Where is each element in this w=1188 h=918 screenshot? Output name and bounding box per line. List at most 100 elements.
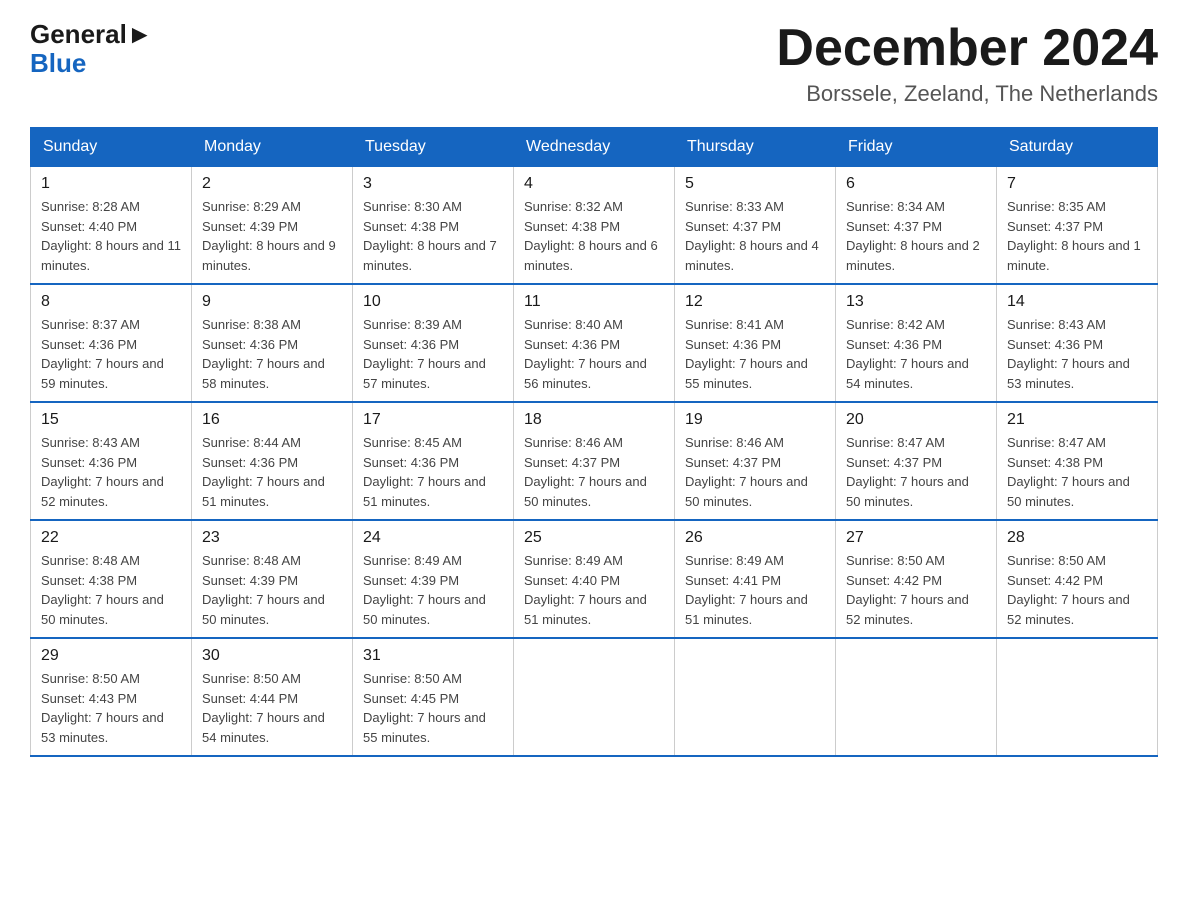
day-number: 31 (363, 647, 503, 665)
calendar-cell: 20 Sunrise: 8:47 AMSunset: 4:37 PMDayligh… (836, 402, 997, 520)
day-detail: Sunrise: 8:46 AMSunset: 4:37 PMDaylight:… (524, 433, 664, 511)
day-number: 2 (202, 175, 342, 193)
month-title: December 2024 (776, 20, 1158, 77)
day-number: 13 (846, 293, 986, 311)
day-detail: Sunrise: 8:49 AMSunset: 4:39 PMDaylight:… (363, 551, 503, 629)
day-detail: Sunrise: 8:48 AMSunset: 4:38 PMDaylight:… (41, 551, 181, 629)
day-detail: Sunrise: 8:46 AMSunset: 4:37 PMDaylight:… (685, 433, 825, 511)
title-block: December 2024 Borssele, Zeeland, The Net… (776, 20, 1158, 107)
day-detail: Sunrise: 8:33 AMSunset: 4:37 PMDaylight:… (685, 197, 825, 275)
calendar-table: SundayMondayTuesdayWednesdayThursdayFrid… (30, 127, 1158, 757)
calendar-cell: 8 Sunrise: 8:37 AMSunset: 4:36 PMDaylight… (31, 284, 192, 402)
day-number: 23 (202, 529, 342, 547)
calendar-cell: 10Sunrise: 8:39 AMSunset: 4:36 PMDayligh… (353, 284, 514, 402)
day-number: 1 (41, 175, 181, 193)
day-detail: Sunrise: 8:49 AMSunset: 4:40 PMDaylight:… (524, 551, 664, 629)
day-number: 4 (524, 175, 664, 193)
day-detail: Sunrise: 8:37 AMSunset: 4:36 PMDaylight:… (41, 315, 181, 393)
week-row-4: 22 Sunrise: 8:48 AMSunset: 4:38 PMDayligh… (31, 520, 1158, 638)
calendar-cell: 15 Sunrise: 8:43 AMSunset: 4:36 PMDayligh… (31, 402, 192, 520)
day-detail: Sunrise: 8:30 AMSunset: 4:38 PMDaylight:… (363, 197, 503, 275)
calendar-cell: 31 Sunrise: 8:50 AMSunset: 4:45 PMDayligh… (353, 638, 514, 756)
header-saturday: Saturday (997, 128, 1158, 167)
calendar-cell (997, 638, 1158, 756)
calendar-cell: 2 Sunrise: 8:29 AMSunset: 4:39 PMDaylight… (192, 167, 353, 285)
calendar-cell: 18Sunrise: 8:46 AMSunset: 4:37 PMDayligh… (514, 402, 675, 520)
calendar-cell: 23 Sunrise: 8:48 AMSunset: 4:39 PMDayligh… (192, 520, 353, 638)
calendar-cell: 11Sunrise: 8:40 AMSunset: 4:36 PMDayligh… (514, 284, 675, 402)
calendar-cell: 5 Sunrise: 8:33 AMSunset: 4:37 PMDaylight… (675, 167, 836, 285)
day-detail: Sunrise: 8:47 AMSunset: 4:38 PMDaylight:… (1007, 433, 1147, 511)
day-number: 27 (846, 529, 986, 547)
day-number: 10 (363, 293, 503, 311)
day-detail: Sunrise: 8:49 AMSunset: 4:41 PMDaylight:… (685, 551, 825, 629)
calendar-cell: 24 Sunrise: 8:49 AMSunset: 4:39 PMDayligh… (353, 520, 514, 638)
day-detail: Sunrise: 8:34 AMSunset: 4:37 PMDaylight:… (846, 197, 986, 275)
day-number: 25 (524, 529, 664, 547)
day-number: 3 (363, 175, 503, 193)
calendar-cell: 19 Sunrise: 8:46 AMSunset: 4:37 PMDayligh… (675, 402, 836, 520)
day-number: 16 (202, 411, 342, 429)
calendar-cell: 17 Sunrise: 8:45 AMSunset: 4:36 PMDayligh… (353, 402, 514, 520)
week-row-1: 1 Sunrise: 8:28 AMSunset: 4:40 PMDaylight… (31, 167, 1158, 285)
header-friday: Friday (836, 128, 997, 167)
day-detail: Sunrise: 8:44 AMSunset: 4:36 PMDaylight:… (202, 433, 342, 511)
day-detail: Sunrise: 8:47 AMSunset: 4:37 PMDaylight:… (846, 433, 986, 511)
day-number: 5 (685, 175, 825, 193)
day-detail: Sunrise: 8:43 AMSunset: 4:36 PMDaylight:… (1007, 315, 1147, 393)
logo-general-text: General► (30, 20, 153, 49)
day-number: 15 (41, 411, 181, 429)
day-number: 7 (1007, 175, 1147, 193)
day-number: 6 (846, 175, 986, 193)
calendar-cell: 13Sunrise: 8:42 AMSunset: 4:36 PMDayligh… (836, 284, 997, 402)
location-title: Borssele, Zeeland, The Netherlands (776, 81, 1158, 107)
calendar-cell: 7 Sunrise: 8:35 AMSunset: 4:37 PMDaylight… (997, 167, 1158, 285)
calendar-cell: 25 Sunrise: 8:49 AMSunset: 4:40 PMDayligh… (514, 520, 675, 638)
logo-blue-text: Blue (30, 49, 86, 78)
header-sunday: Sunday (31, 128, 192, 167)
day-number: 21 (1007, 411, 1147, 429)
day-number: 22 (41, 529, 181, 547)
day-number: 14 (1007, 293, 1147, 311)
calendar-cell: 4 Sunrise: 8:32 AMSunset: 4:38 PMDaylight… (514, 167, 675, 285)
header-wednesday: Wednesday (514, 128, 675, 167)
day-number: 12 (685, 293, 825, 311)
day-detail: Sunrise: 8:32 AMSunset: 4:38 PMDaylight:… (524, 197, 664, 275)
calendar-cell: 14 Sunrise: 8:43 AMSunset: 4:36 PMDayligh… (997, 284, 1158, 402)
calendar-cell: 27Sunrise: 8:50 AMSunset: 4:42 PMDayligh… (836, 520, 997, 638)
calendar-cell: 22 Sunrise: 8:48 AMSunset: 4:38 PMDayligh… (31, 520, 192, 638)
calendar-cell: 28Sunrise: 8:50 AMSunset: 4:42 PMDayligh… (997, 520, 1158, 638)
day-number: 20 (846, 411, 986, 429)
header-monday: Monday (192, 128, 353, 167)
logo: General► Blue (30, 20, 153, 77)
day-detail: Sunrise: 8:29 AMSunset: 4:39 PMDaylight:… (202, 197, 342, 275)
day-detail: Sunrise: 8:50 AMSunset: 4:44 PMDaylight:… (202, 669, 342, 747)
header-thursday: Thursday (675, 128, 836, 167)
calendar-cell: 29Sunrise: 8:50 AMSunset: 4:43 PMDayligh… (31, 638, 192, 756)
day-detail: Sunrise: 8:48 AMSunset: 4:39 PMDaylight:… (202, 551, 342, 629)
day-number: 8 (41, 293, 181, 311)
day-detail: Sunrise: 8:41 AMSunset: 4:36 PMDaylight:… (685, 315, 825, 393)
week-row-5: 29Sunrise: 8:50 AMSunset: 4:43 PMDayligh… (31, 638, 1158, 756)
calendar-cell: 1 Sunrise: 8:28 AMSunset: 4:40 PMDaylight… (31, 167, 192, 285)
day-detail: Sunrise: 8:28 AMSunset: 4:40 PMDaylight:… (41, 197, 181, 275)
day-number: 17 (363, 411, 503, 429)
calendar-cell (836, 638, 997, 756)
day-number: 24 (363, 529, 503, 547)
week-row-2: 8 Sunrise: 8:37 AMSunset: 4:36 PMDaylight… (31, 284, 1158, 402)
calendar-cell: 16 Sunrise: 8:44 AMSunset: 4:36 PMDayligh… (192, 402, 353, 520)
day-number: 19 (685, 411, 825, 429)
week-row-3: 15 Sunrise: 8:43 AMSunset: 4:36 PMDayligh… (31, 402, 1158, 520)
calendar-cell: 6 Sunrise: 8:34 AMSunset: 4:37 PMDaylight… (836, 167, 997, 285)
day-detail: Sunrise: 8:43 AMSunset: 4:36 PMDaylight:… (41, 433, 181, 511)
day-detail: Sunrise: 8:50 AMSunset: 4:45 PMDaylight:… (363, 669, 503, 747)
day-number: 9 (202, 293, 342, 311)
day-detail: Sunrise: 8:45 AMSunset: 4:36 PMDaylight:… (363, 433, 503, 511)
day-detail: Sunrise: 8:35 AMSunset: 4:37 PMDaylight:… (1007, 197, 1147, 275)
weekday-header-row: SundayMondayTuesdayWednesdayThursdayFrid… (31, 128, 1158, 167)
calendar-cell: 26Sunrise: 8:49 AMSunset: 4:41 PMDayligh… (675, 520, 836, 638)
day-detail: Sunrise: 8:38 AMSunset: 4:36 PMDaylight:… (202, 315, 342, 393)
calendar-cell: 21 Sunrise: 8:47 AMSunset: 4:38 PMDayligh… (997, 402, 1158, 520)
page-header: General► Blue December 2024 Borssele, Ze… (30, 20, 1158, 107)
calendar-cell: 9 Sunrise: 8:38 AMSunset: 4:36 PMDaylight… (192, 284, 353, 402)
